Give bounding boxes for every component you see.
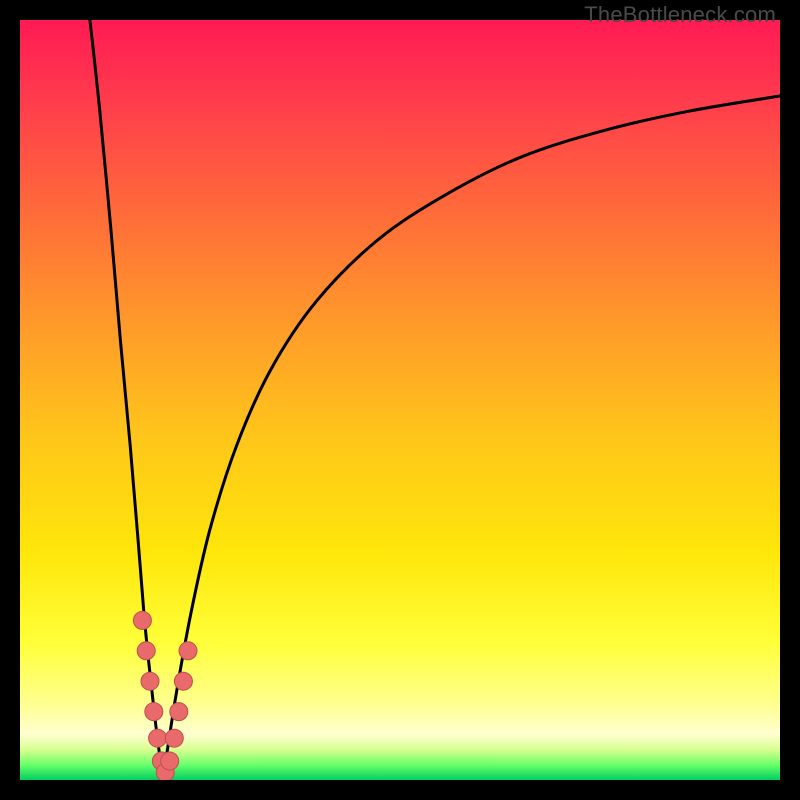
marker-dot — [170, 703, 188, 721]
marker-dot — [133, 611, 151, 629]
left-curve — [90, 20, 163, 780]
marker-dot — [179, 642, 197, 660]
marker-dot — [161, 752, 179, 770]
right-curve — [163, 96, 780, 780]
marker-dot — [174, 672, 192, 690]
marker-dot — [145, 703, 163, 721]
marker-dot — [165, 729, 183, 747]
chart-frame: TheBottleneck.com — [0, 0, 800, 800]
watermark-text: TheBottleneck.com — [584, 2, 776, 28]
marker-dot — [141, 672, 159, 690]
plot-area — [20, 20, 780, 780]
marker-dot — [149, 729, 167, 747]
marker-dot — [137, 642, 155, 660]
curves-svg — [20, 20, 780, 780]
